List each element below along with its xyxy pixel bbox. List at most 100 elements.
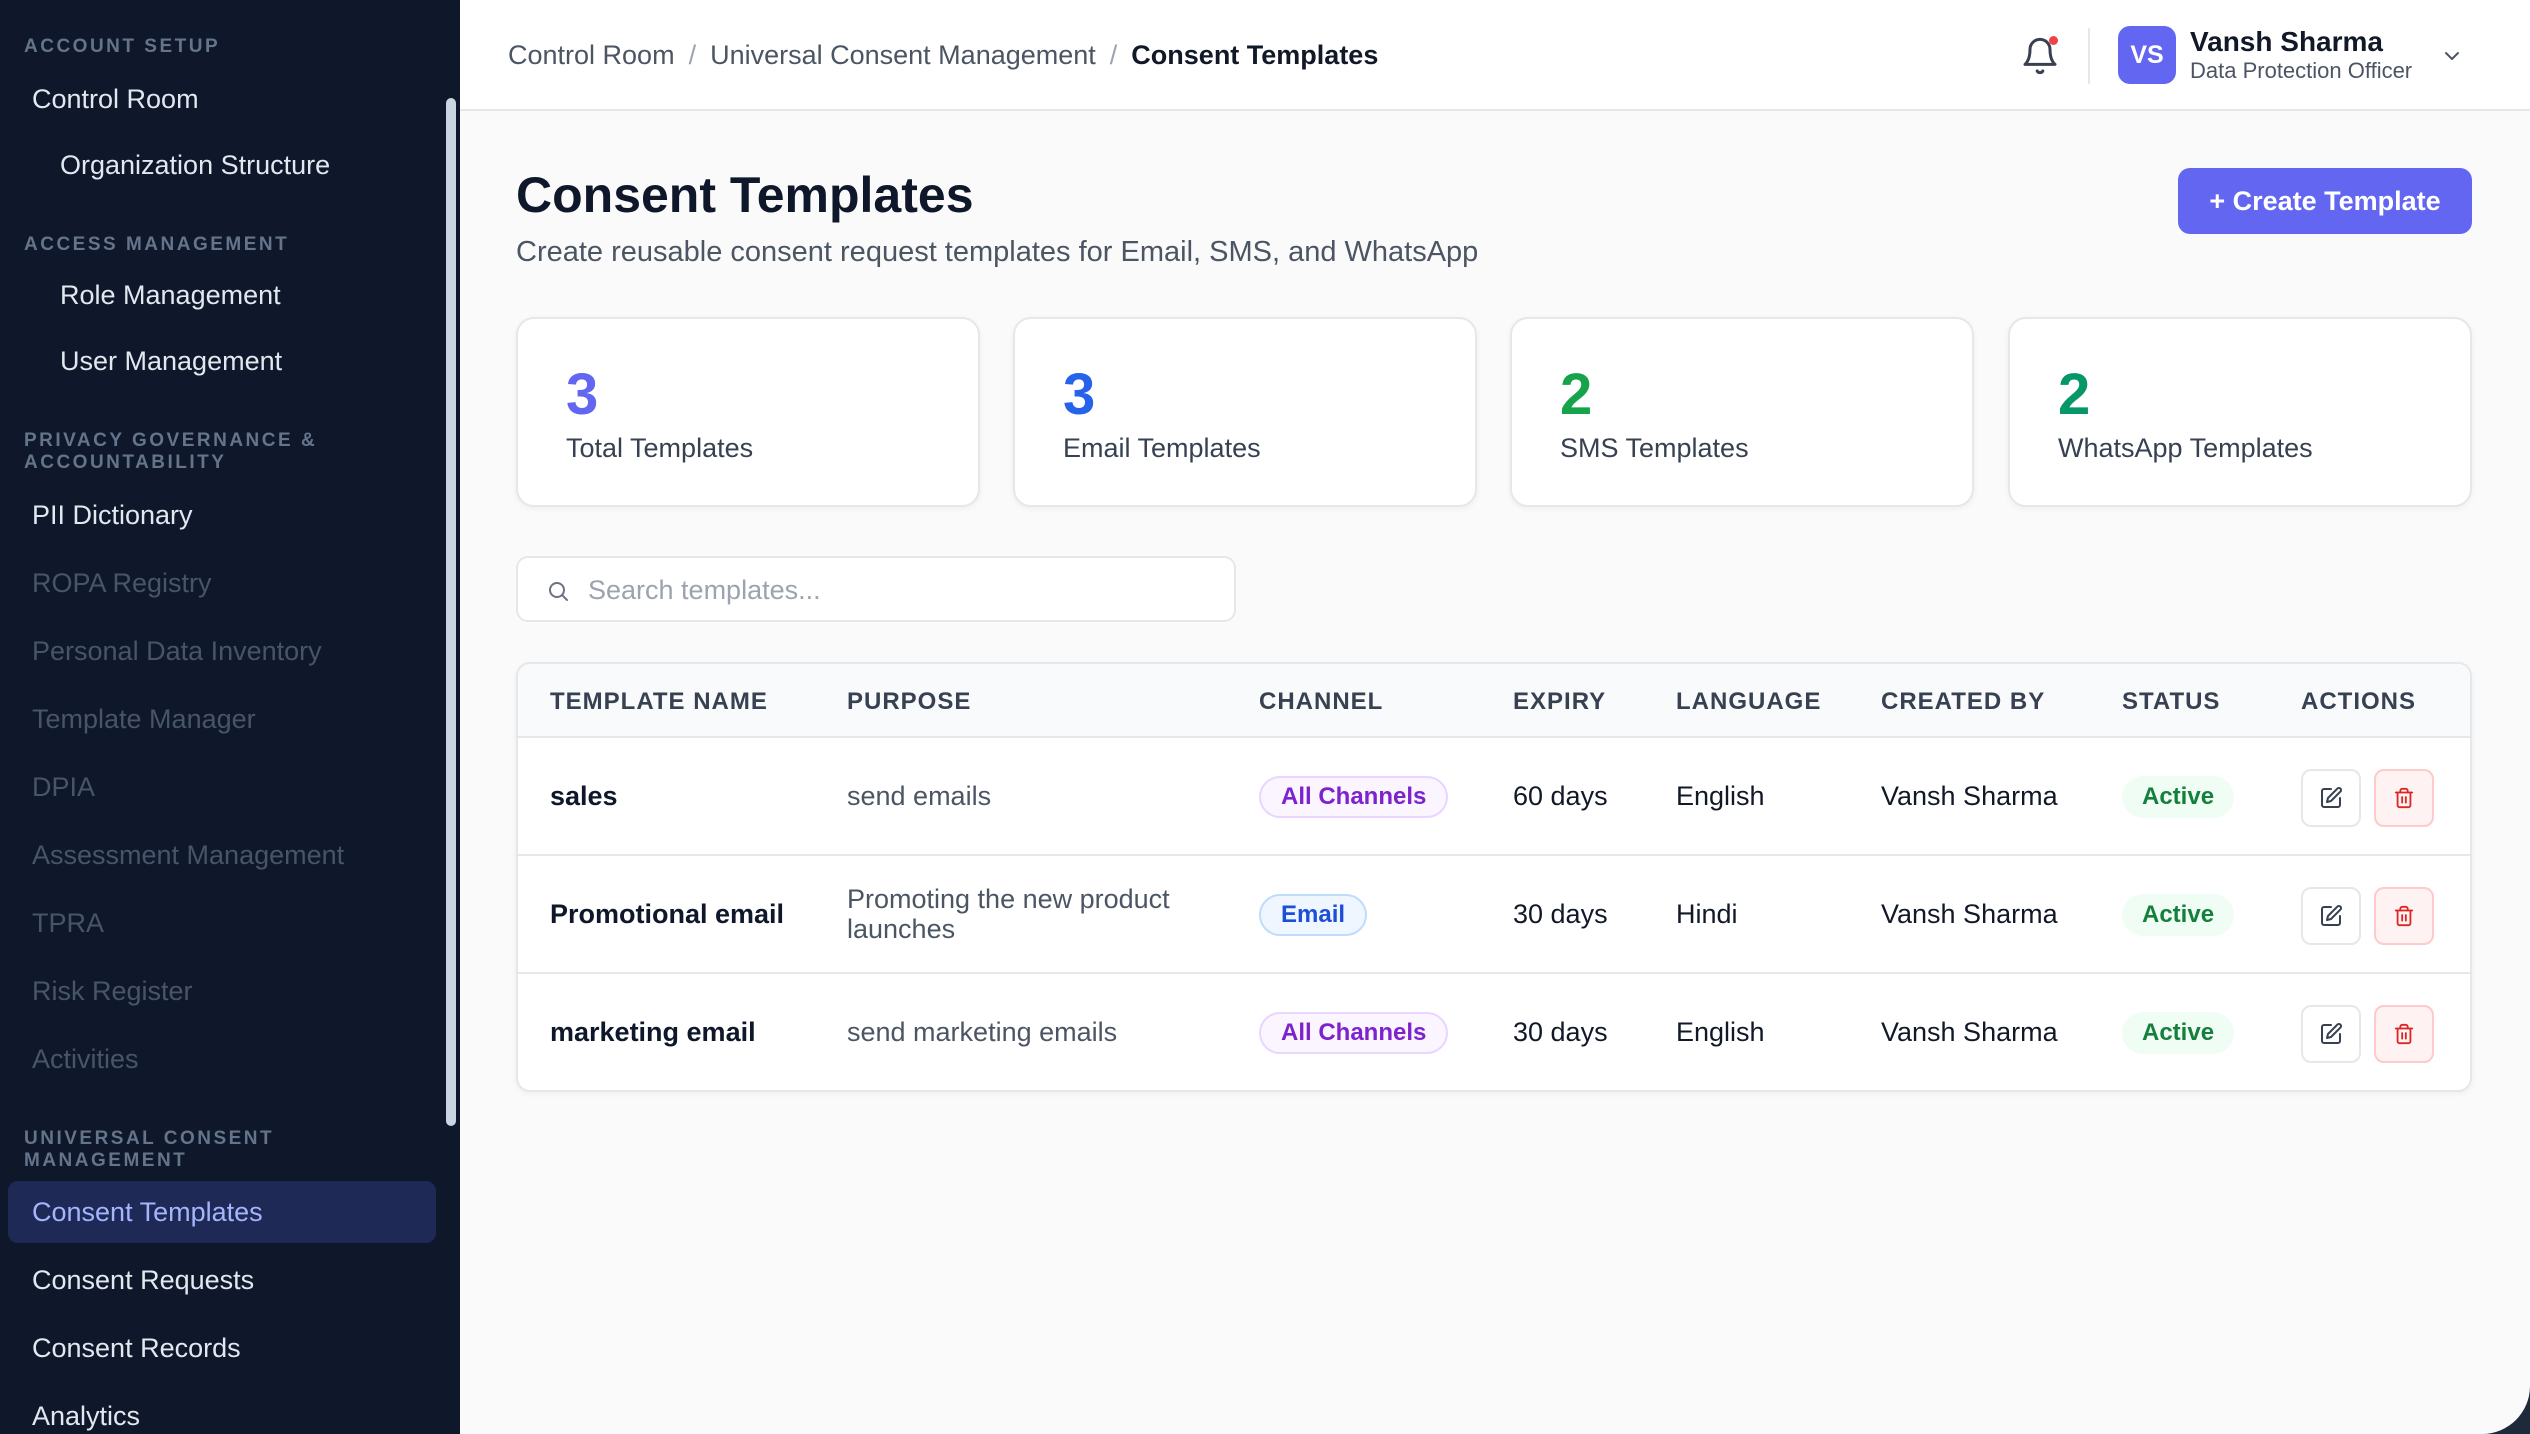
- template-expiry: 30 days: [1513, 899, 1608, 929]
- channel-badge: Email: [1259, 894, 1368, 936]
- sidebar-item-label: ROPA Registry: [32, 567, 212, 598]
- sidebar-section-universal-consent: UNIVERSAL CONSENT MANAGEMENT: [24, 1128, 275, 1171]
- sidebar-item-risk-register[interactable]: Risk Register: [8, 960, 436, 1022]
- edit-icon: [2321, 787, 2342, 808]
- user-name[interactable]: Vansh Sharma: [2190, 26, 2383, 58]
- sidebar-item-template-manager[interactable]: Template Manager: [8, 688, 436, 750]
- trash-icon: [2394, 1023, 2414, 1045]
- stat-value: 3: [566, 362, 599, 427]
- sidebar-item-consent-requests[interactable]: Consent Requests: [8, 1249, 436, 1311]
- app-window: ACCOUNT SETUP Control Room Organization …: [0, 0, 2530, 1434]
- avatar[interactable]: VS: [2118, 26, 2176, 84]
- templates-table: TEMPLATE NAME PURPOSE CHANNEL EXPIRY LAN…: [516, 662, 2472, 1092]
- sidebar-item-personal-data-inventory[interactable]: Personal Data Inventory: [8, 620, 436, 682]
- edit-button[interactable]: [2301, 769, 2361, 827]
- delete-button[interactable]: [2374, 887, 2434, 945]
- sidebar-item-label: Consent Records: [32, 1332, 241, 1363]
- channel-badge: All Channels: [1259, 1012, 1449, 1054]
- status-badge: Active: [2122, 894, 2235, 936]
- table-row: sales send emails All Channels 60 days E…: [518, 738, 2470, 856]
- sidebar-item-consent-records[interactable]: Consent Records: [8, 1317, 436, 1379]
- create-template-button[interactable]: + Create Template: [2178, 168, 2472, 234]
- sidebar-item-label: Template Manager: [32, 703, 256, 734]
- chevron-down-icon[interactable]: [2440, 44, 2464, 68]
- sidebar-section-privacy-governance: PRIVACY GOVERNANCE & ACCOUNTABILITY: [24, 430, 318, 473]
- sidebar-item-label: Role Management: [60, 279, 281, 310]
- search-icon: [549, 582, 568, 601]
- template-created-by: Vansh Sharma: [1881, 781, 2058, 811]
- trash-icon: [2394, 905, 2414, 927]
- template-purpose: send marketing emails: [847, 1017, 1118, 1047]
- template-language: English: [1676, 781, 1765, 811]
- column-header-channel: CHANNEL: [1259, 688, 1384, 715]
- template-name: marketing email: [550, 1017, 756, 1047]
- stat-label: WhatsApp Templates: [2058, 433, 2313, 463]
- stat-label: SMS Templates: [1560, 433, 1749, 463]
- breadcrumb-current: Consent Templates: [1131, 40, 1379, 70]
- template-name: Promotional email: [550, 899, 785, 929]
- sidebar-item-label: User Management: [60, 345, 283, 376]
- sidebar-item-pii-dictionary[interactable]: PII Dictionary: [8, 484, 436, 546]
- stat-value: 3: [1063, 362, 1096, 427]
- sidebar-item-analytics[interactable]: Analytics: [8, 1385, 436, 1434]
- sidebar: ACCOUNT SETUP Control Room Organization …: [0, 0, 460, 1434]
- sidebar-item-label: Activities: [32, 1043, 139, 1074]
- template-created-by: Vansh Sharma: [1881, 1017, 2058, 1047]
- sidebar-item-consent-templates[interactable]: Consent Templates: [8, 1181, 436, 1243]
- header-divider: [2088, 28, 2090, 84]
- edit-icon: [2321, 905, 2342, 926]
- sidebar-item-control-room[interactable]: Control Room: [8, 68, 436, 130]
- sidebar-item-dpia[interactable]: DPIA: [8, 756, 436, 818]
- sidebar-item-assessment-management[interactable]: Assessment Management: [8, 824, 436, 886]
- template-expiry: 60 days: [1513, 781, 1608, 811]
- sidebar-item-label: Consent Templates: [32, 1196, 263, 1227]
- template-purpose: send emails: [847, 781, 992, 811]
- stat-value: 2: [2058, 362, 2091, 427]
- column-header-expiry: EXPIRY: [1513, 688, 1607, 715]
- column-header-actions: ACTIONS: [2301, 688, 2416, 715]
- template-created-by: Vansh Sharma: [1881, 899, 2058, 929]
- template-language: Hindi: [1676, 899, 1738, 929]
- sidebar-item-organization-structure[interactable]: Organization Structure: [8, 134, 436, 196]
- column-header-purpose: PURPOSE: [847, 688, 972, 715]
- user-role: Data Protection Officer: [2190, 58, 2413, 83]
- table-row: Promotional email Promoting the new prod…: [518, 856, 2470, 974]
- sidebar-item-label: Risk Register: [32, 975, 193, 1006]
- stat-card-total: 3 Total Templates: [516, 317, 980, 507]
- sidebar-item-label: Assessment Management: [32, 839, 345, 870]
- sidebar-item-label: Personal Data Inventory: [32, 635, 322, 666]
- column-header-status: STATUS: [2122, 688, 2221, 715]
- top-header: Control Room / Universal Consent Managem…: [460, 0, 2530, 111]
- search-box: [516, 556, 1236, 622]
- breadcrumb: Control Room / Universal Consent Managem…: [508, 0, 1378, 111]
- stat-card-whatsapp: 2 WhatsApp Templates: [2008, 317, 2472, 507]
- sidebar-item-activities[interactable]: Activities: [8, 1028, 436, 1090]
- template-expiry: 30 days: [1513, 1017, 1608, 1047]
- delete-button[interactable]: [2374, 769, 2434, 827]
- page-title: Consent Templates: [516, 167, 974, 223]
- edit-button[interactable]: [2301, 887, 2361, 945]
- sidebar-item-tpra[interactable]: TPRA: [8, 892, 436, 954]
- breadcrumb-control-room[interactable]: Control Room: [508, 40, 675, 71]
- sidebar-item-user-management[interactable]: User Management: [8, 330, 436, 392]
- sidebar-item-label: Control Room: [32, 83, 199, 114]
- sidebar-item-label: DPIA: [32, 771, 96, 802]
- sidebar-item-role-management[interactable]: Role Management: [8, 264, 436, 326]
- notification-bell-icon[interactable]: [2020, 36, 2060, 76]
- sidebar-scrollbar[interactable]: [446, 98, 456, 1126]
- channel-badge: All Channels: [1259, 776, 1449, 818]
- sidebar-item-label: Consent Requests: [32, 1264, 255, 1295]
- sidebar-item-label: Analytics: [32, 1400, 141, 1431]
- template-name: sales: [550, 781, 618, 811]
- template-purpose: Promoting the new product launches: [847, 884, 1170, 944]
- breadcrumb-separator: /: [688, 40, 697, 70]
- trash-icon: [2394, 787, 2414, 809]
- breadcrumb-universal-consent[interactable]: Universal Consent Management: [710, 40, 1096, 71]
- stat-card-sms: 2 SMS Templates: [1510, 317, 1974, 507]
- sidebar-section-account-setup: ACCOUNT SETUP: [24, 36, 221, 57]
- delete-button[interactable]: [2374, 1005, 2434, 1063]
- sidebar-item-ropa-registry[interactable]: ROPA Registry: [8, 552, 436, 614]
- search-input[interactable]: [588, 566, 1208, 614]
- edit-button[interactable]: [2301, 1005, 2361, 1063]
- template-language: English: [1676, 1017, 1765, 1047]
